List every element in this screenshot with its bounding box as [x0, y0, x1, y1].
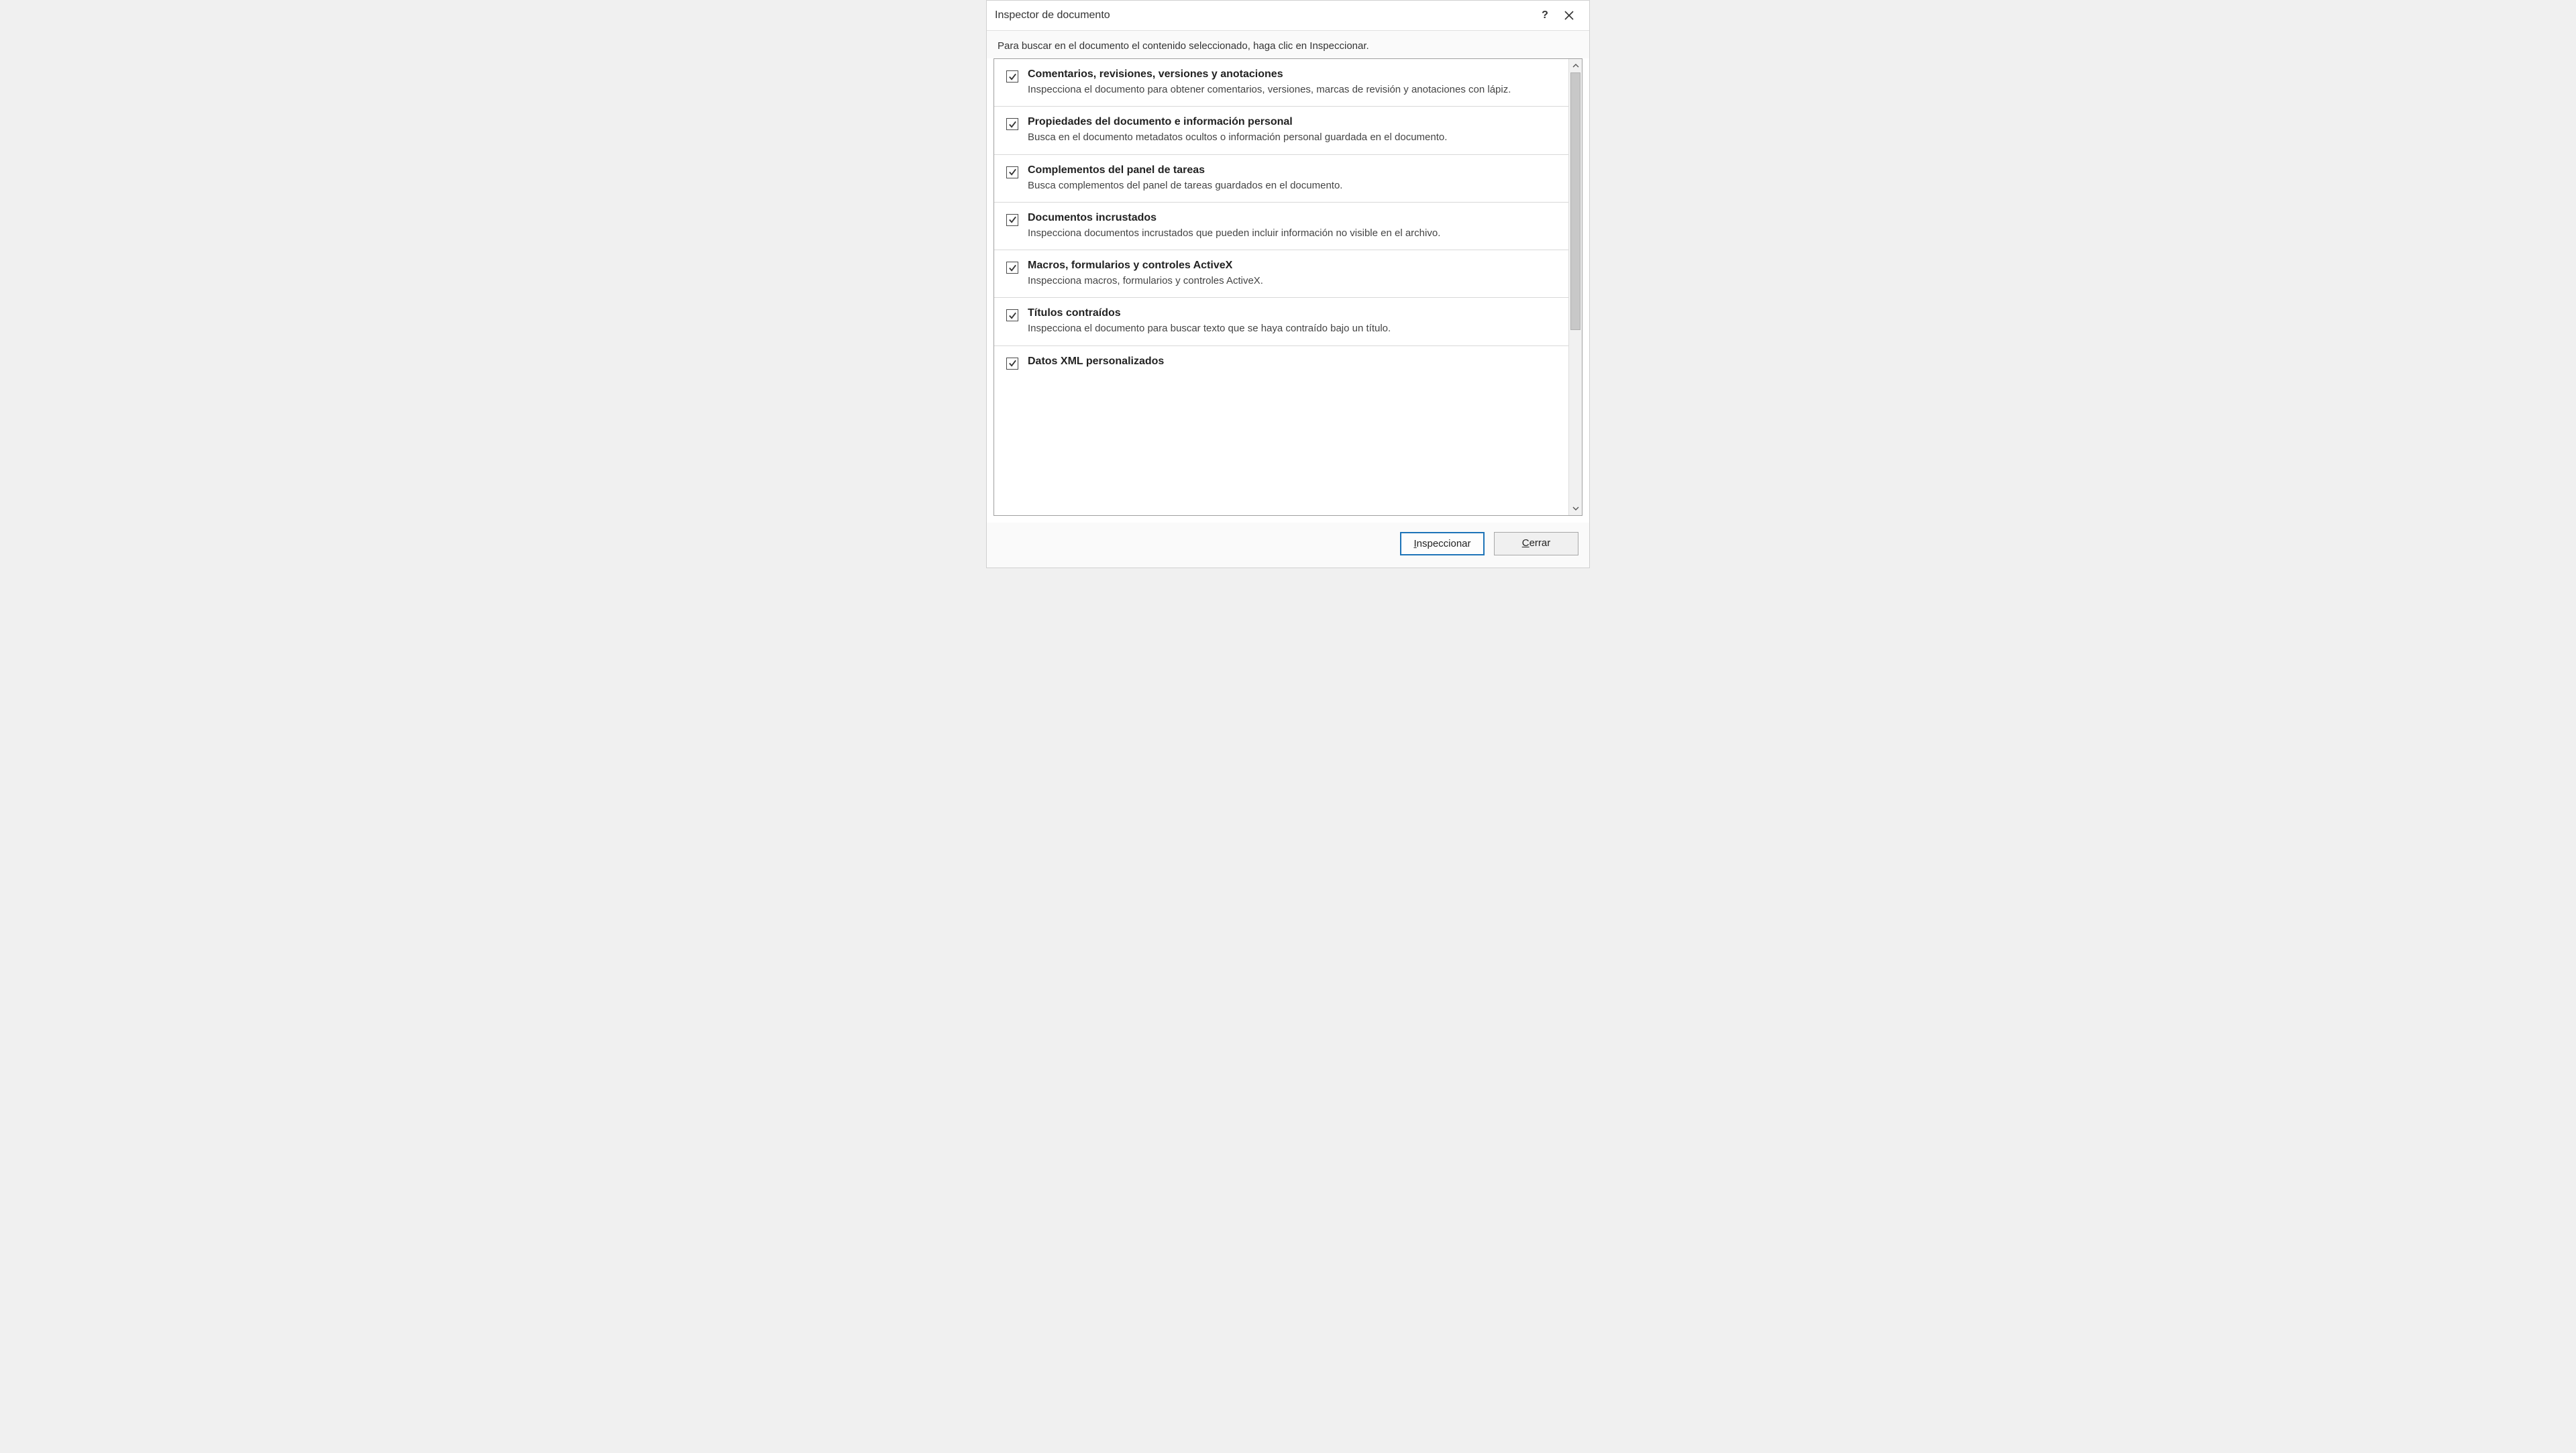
list-item-desc: Inspecciona el documento para buscar tex…	[1028, 322, 1562, 335]
dialog-title: Inspector de documento	[995, 9, 1533, 21]
checkbox-comments[interactable]	[1006, 70, 1018, 83]
list-item-text: Documentos incrustados Inspecciona docum…	[1028, 212, 1562, 240]
list-item-title: Datos XML personalizados	[1028, 356, 1562, 368]
document-inspector-dialog: Inspector de documento ? Para buscar en …	[986, 0, 1590, 568]
list-item: Títulos contraídos Inspecciona el docume…	[994, 298, 1582, 345]
chevron-up-icon	[1572, 64, 1579, 68]
close-label-tail: errar	[1529, 537, 1551, 549]
list-item-text: Comentarios, revisiones, versiones y ano…	[1028, 68, 1562, 97]
checkmark-icon	[1008, 359, 1017, 368]
scroll-track[interactable]	[1569, 72, 1582, 502]
scroll-up-icon[interactable]	[1569, 59, 1582, 72]
list-item-desc: Inspecciona documentos incrustados que p…	[1028, 227, 1562, 240]
checkmark-icon	[1008, 215, 1017, 224]
close-dialog-button[interactable]: Cerrar	[1494, 532, 1578, 555]
mnemonic: C	[1522, 537, 1529, 549]
list-item-text: Propiedades del documento e información …	[1028, 116, 1562, 144]
inspect-button[interactable]: Inspeccionar	[1400, 532, 1485, 555]
scroll-down-icon[interactable]	[1569, 502, 1582, 515]
checkmark-icon	[1008, 120, 1017, 129]
list-item-title: Macros, formularios y controles ActiveX	[1028, 260, 1562, 272]
list-item: Documentos incrustados Inspecciona docum…	[994, 203, 1582, 250]
list-item-desc: Busca complementos del panel de tareas g…	[1028, 179, 1562, 193]
close-icon	[1564, 11, 1574, 20]
list-item-desc: Busca en el documento metadatos ocultos …	[1028, 131, 1562, 144]
list-item-title: Propiedades del documento e información …	[1028, 116, 1562, 128]
list-item-title: Documentos incrustados	[1028, 212, 1562, 224]
list-item: Macros, formularios y controles ActiveX …	[994, 250, 1582, 298]
list-item-text: Macros, formularios y controles ActiveX …	[1028, 260, 1562, 288]
checkbox-properties[interactable]	[1006, 118, 1018, 130]
checkmark-icon	[1008, 72, 1017, 81]
list-item-text: Títulos contraídos Inspecciona el docume…	[1028, 307, 1562, 335]
dialog-footer: Inspeccionar Cerrar	[987, 523, 1589, 568]
checkbox-macros[interactable]	[1006, 262, 1018, 274]
inspection-list: Comentarios, revisiones, versiones y ano…	[994, 59, 1582, 515]
instruction-text: Para buscar en el documento el contenido…	[987, 31, 1589, 58]
scroll-thumb[interactable]	[1570, 72, 1580, 330]
checkbox-taskpane[interactable]	[1006, 166, 1018, 178]
checkbox-collapsed-headings[interactable]	[1006, 309, 1018, 321]
list-item-title: Títulos contraídos	[1028, 307, 1562, 319]
help-icon: ?	[1542, 9, 1548, 21]
chevron-down-icon	[1572, 506, 1579, 510]
titlebar: Inspector de documento ?	[987, 1, 1589, 31]
checkbox-embedded[interactable]	[1006, 214, 1018, 226]
list-item-desc: Inspecciona macros, formularios y contro…	[1028, 274, 1562, 288]
list-item-text: Complementos del panel de tareas Busca c…	[1028, 164, 1562, 193]
list-item-title: Complementos del panel de tareas	[1028, 164, 1562, 176]
inspect-label-tail: nspeccionar	[1417, 538, 1471, 549]
list-item: Datos XML personalizados	[994, 346, 1582, 380]
close-button[interactable]	[1557, 6, 1581, 25]
checkmark-icon	[1008, 168, 1017, 176]
checkmark-icon	[1008, 311, 1017, 320]
list-item-desc: Inspecciona el documento para obtener co…	[1028, 83, 1562, 97]
list-item: Comentarios, revisiones, versiones y ano…	[994, 59, 1582, 107]
inspection-list-container: Comentarios, revisiones, versiones y ano…	[994, 58, 1582, 516]
list-item: Propiedades del documento e información …	[994, 107, 1582, 154]
help-button[interactable]: ?	[1533, 6, 1557, 25]
list-item-text: Datos XML personalizados	[1028, 356, 1562, 370]
list-item: Complementos del panel de tareas Busca c…	[994, 155, 1582, 203]
list-item-title: Comentarios, revisiones, versiones y ano…	[1028, 68, 1562, 80]
checkbox-custom-xml[interactable]	[1006, 358, 1018, 370]
scrollbar[interactable]	[1568, 59, 1582, 515]
checkmark-icon	[1008, 264, 1017, 272]
